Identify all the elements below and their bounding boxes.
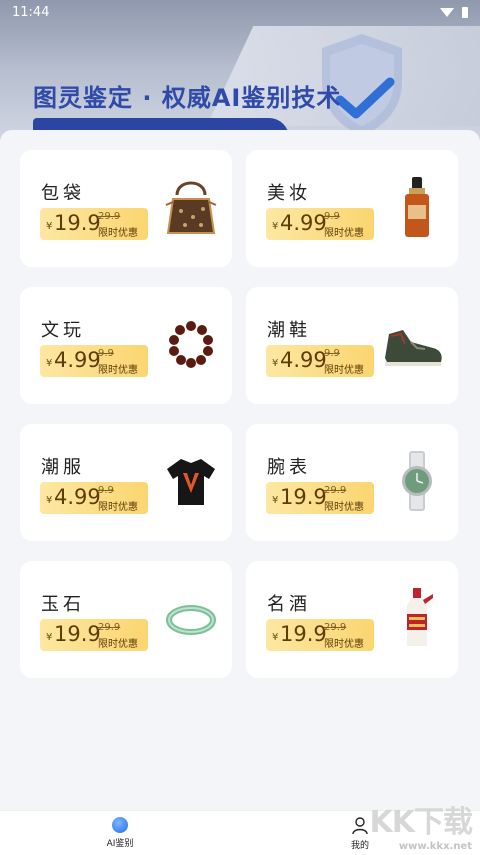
promo-label: 限时优惠: [98, 502, 138, 513]
price-tag: ¥ 4.99 9.9 限时优惠: [40, 482, 148, 514]
status-time: 11:44: [12, 4, 50, 20]
tshirt-icon: [167, 459, 215, 505]
category-card-collectibles[interactable]: 文玩 ¥ 4.99 9.9 限时优惠: [20, 287, 232, 404]
category-card-sneakers[interactable]: 潮鞋 ¥ 4.99 9.9 限时优惠: [246, 287, 458, 404]
price: 19.9: [54, 211, 101, 235]
wristwatch-icon: [402, 451, 432, 511]
category-card-jade[interactable]: 玉石 ¥ 19.9 29.9 限时优惠: [20, 561, 232, 678]
category-grid: 包袋 ¥ 19.9 29.9 限时优惠 美妆 ¥ 4.99 9.9 限时优惠 文…: [0, 130, 480, 810]
battery-icon: [462, 6, 468, 18]
user-icon: [352, 817, 368, 835]
watermark-url: www.kkx.net: [398, 841, 472, 852]
promo-label: 限时优惠: [98, 639, 138, 650]
original-price: 9.9: [324, 348, 340, 359]
watermark: KK下载 www.kkx.net: [370, 797, 473, 852]
tab-ai-appraisal[interactable]: AI鉴别: [90, 817, 150, 849]
price: 4.99: [54, 485, 101, 509]
currency-symbol: ¥: [46, 632, 53, 643]
price: 4.99: [54, 348, 101, 372]
status-bar: 11:44: [0, 0, 480, 24]
category-title: 美妆: [267, 183, 311, 204]
original-price: 9.9: [98, 485, 114, 496]
original-price: 9.9: [324, 211, 340, 222]
jade-bangle-icon: [166, 605, 216, 635]
tab-label: 我的: [350, 841, 369, 851]
currency-symbol: ¥: [272, 495, 279, 506]
price-tag: ¥ 19.9 29.9 限时优惠: [40, 619, 148, 651]
currency-symbol: ¥: [272, 358, 279, 369]
currency-symbol: ¥: [46, 358, 53, 369]
price: 19.9: [280, 622, 327, 646]
watermark-logo: KK下载: [369, 805, 473, 840]
price-tag: ¥ 19.9 29.9 限时优惠: [40, 208, 148, 240]
category-card-liquor[interactable]: 名酒 ¥ 19.9 29.9 限时优惠: [246, 561, 458, 678]
category-card-cosmetics[interactable]: 美妆 ¥ 4.99 9.9 限时优惠: [246, 150, 458, 267]
price-tag: ¥ 4.99 9.9 限时优惠: [40, 345, 148, 377]
price-tag: ¥ 4.99 9.9 限时优惠: [266, 345, 374, 377]
promo-label: 限时优惠: [324, 639, 364, 650]
category-title: 玉石: [41, 594, 85, 615]
category-title: 名酒: [267, 594, 311, 615]
cosmetic-bottle-icon: [405, 177, 429, 237]
original-price: 29.9: [98, 622, 121, 633]
promo-label: 限时优惠: [324, 502, 364, 513]
category-title: 腕表: [267, 457, 311, 478]
wifi-icon: [440, 7, 454, 17]
banner-title: 图灵鉴定 · 权威AI鉴别技术: [33, 84, 342, 112]
sneaker-icon: [385, 330, 442, 366]
category-card-apparel[interactable]: 潮服 ¥ 4.99 9.9 限时优惠: [20, 424, 232, 541]
currency-symbol: ¥: [272, 632, 279, 643]
price-tag: ¥ 19.9 29.9 限时优惠: [266, 482, 374, 514]
original-price: 29.9: [98, 211, 121, 222]
original-price: 9.9: [98, 348, 114, 359]
handbag-icon: [165, 181, 217, 234]
price-tag: ¥ 4.99 9.9 限时优惠: [266, 208, 374, 240]
promo-label: 限时优惠: [324, 365, 364, 376]
currency-symbol: ¥: [272, 221, 279, 232]
promo-label: 限时优惠: [98, 365, 138, 376]
category-title: 包袋: [41, 183, 85, 204]
price: 4.99: [280, 211, 327, 235]
bead-bracelet-icon: [169, 321, 213, 368]
category-title: 潮鞋: [267, 320, 311, 341]
promo-label: 限时优惠: [98, 228, 138, 239]
currency-symbol: ¥: [46, 221, 53, 232]
category-title: 文玩: [41, 320, 85, 341]
status-icons: [440, 6, 468, 18]
original-price: 29.9: [324, 622, 347, 633]
price-tag: ¥ 19.9 29.9 限时优惠: [266, 619, 374, 651]
liquor-bottle-icon: [407, 588, 433, 646]
price: 19.9: [280, 485, 327, 509]
original-price: 29.9: [324, 485, 347, 496]
tab-label: AI鉴别: [106, 839, 134, 849]
category-card-watches[interactable]: 腕表 ¥ 19.9 29.9 限时优惠: [246, 424, 458, 541]
promo-label: 限时优惠: [324, 228, 364, 239]
category-title: 潮服: [41, 457, 85, 478]
currency-symbol: ¥: [46, 495, 53, 506]
category-card-bags[interactable]: 包袋 ¥ 19.9 29.9 限时优惠: [20, 150, 232, 267]
price: 19.9: [54, 622, 101, 646]
price: 4.99: [280, 348, 327, 372]
ai-appraisal-icon: [112, 817, 128, 833]
